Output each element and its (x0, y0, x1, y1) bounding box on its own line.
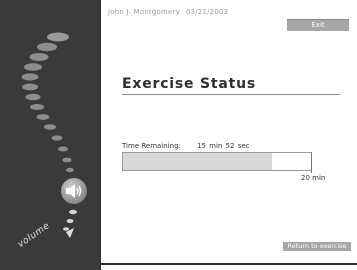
bottom-rule (100, 263, 357, 265)
progress-end-tick (311, 152, 312, 173)
user-name: John J. Montgomery (108, 8, 180, 16)
time-progress-bar (122, 152, 312, 171)
user-info: John J. Montgomery 03/21/2003 (108, 8, 228, 16)
title-underline (122, 94, 340, 95)
session-date: 03/21/2003 (185, 8, 229, 16)
return-to-exercise-button[interactable]: Return to exercise (283, 242, 351, 251)
page-title: Exercise Status (122, 76, 257, 92)
app-window: John J. Montgomery 03/21/2003 Exit Exerci… (0, 0, 357, 270)
time-remaining-label: Time Remaining: (122, 142, 181, 150)
progress-end-label: 20 min (301, 174, 326, 182)
time-remaining-value: 15 min 52 sec (197, 142, 250, 150)
volume-button[interactable] (61, 178, 87, 204)
exit-button[interactable]: Exit (287, 20, 349, 31)
panel-divider (100, 0, 101, 270)
speaker-icon (66, 184, 82, 198)
progress-fill (123, 153, 272, 170)
